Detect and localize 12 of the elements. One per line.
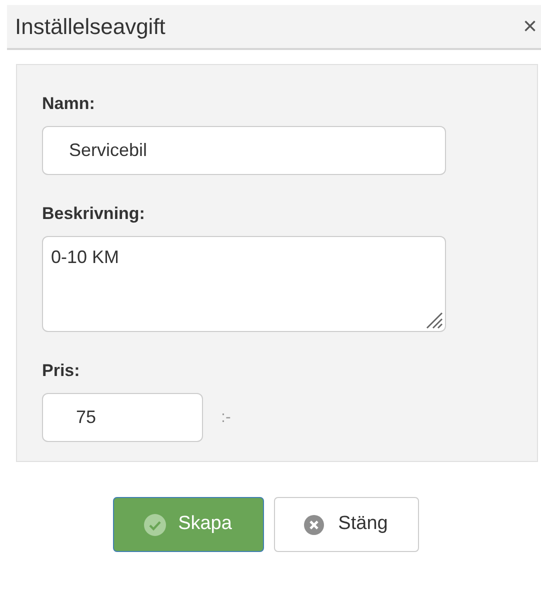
dialog-title: Inställelseavgift (15, 13, 166, 41)
close-circle-icon (304, 514, 324, 534)
close-dialog-button[interactable]: Stäng (274, 497, 418, 552)
close-button[interactable]: × (522, 14, 537, 38)
check-circle-icon (144, 514, 166, 536)
name-field[interactable]: Servicebil (42, 126, 446, 175)
price-field[interactable]: 75 (42, 393, 203, 442)
description-field[interactable]: 0-10 KM (42, 236, 446, 332)
currency-suffix: :- (221, 408, 231, 428)
field-label: Beskrivning: (42, 203, 146, 223)
field-label: Namn: (42, 93, 96, 113)
field-label: Pris: (42, 360, 81, 380)
